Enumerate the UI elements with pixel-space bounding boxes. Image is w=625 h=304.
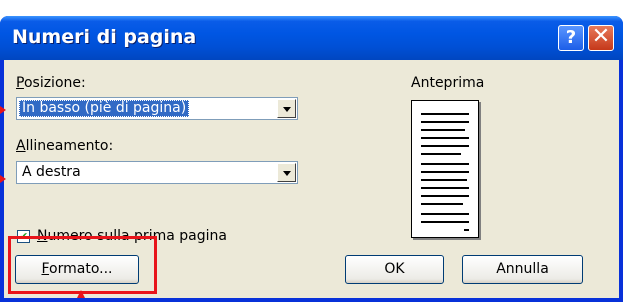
close-icon: ✕ — [591, 24, 611, 49]
help-button[interactable]: ? — [558, 25, 584, 51]
chevron-down-icon[interactable] — [277, 99, 296, 118]
alignment-label: Allineamento: — [16, 138, 114, 154]
dialog-title: Numeri di pagina — [12, 26, 197, 48]
position-dropdown[interactable]: In basso (piè di pagina) — [16, 97, 298, 120]
position-label: Posizione: — [16, 75, 86, 91]
alignment-pointer-icon — [0, 175, 6, 183]
preview-label: Anteprima — [411, 75, 485, 91]
cancel-button[interactable]: Annulla — [462, 255, 583, 284]
position-pointer-icon — [0, 106, 6, 114]
title-bar[interactable]: Numeri di pagina ? ✕ — [0, 16, 623, 60]
format-button-highlight — [8, 236, 157, 294]
chevron-down-icon[interactable] — [277, 163, 296, 182]
alignment-dropdown[interactable]: A destra — [16, 161, 298, 184]
alignment-selected-value: A destra — [22, 164, 81, 180]
close-button[interactable]: ✕ — [588, 25, 614, 51]
question-icon: ? — [565, 27, 577, 48]
preview-page-icon — [411, 100, 479, 238]
ok-button[interactable]: OK — [345, 255, 444, 284]
position-selected-value: In basso (piè di pagina) — [19, 100, 190, 117]
format-pointer-icon — [77, 290, 85, 298]
